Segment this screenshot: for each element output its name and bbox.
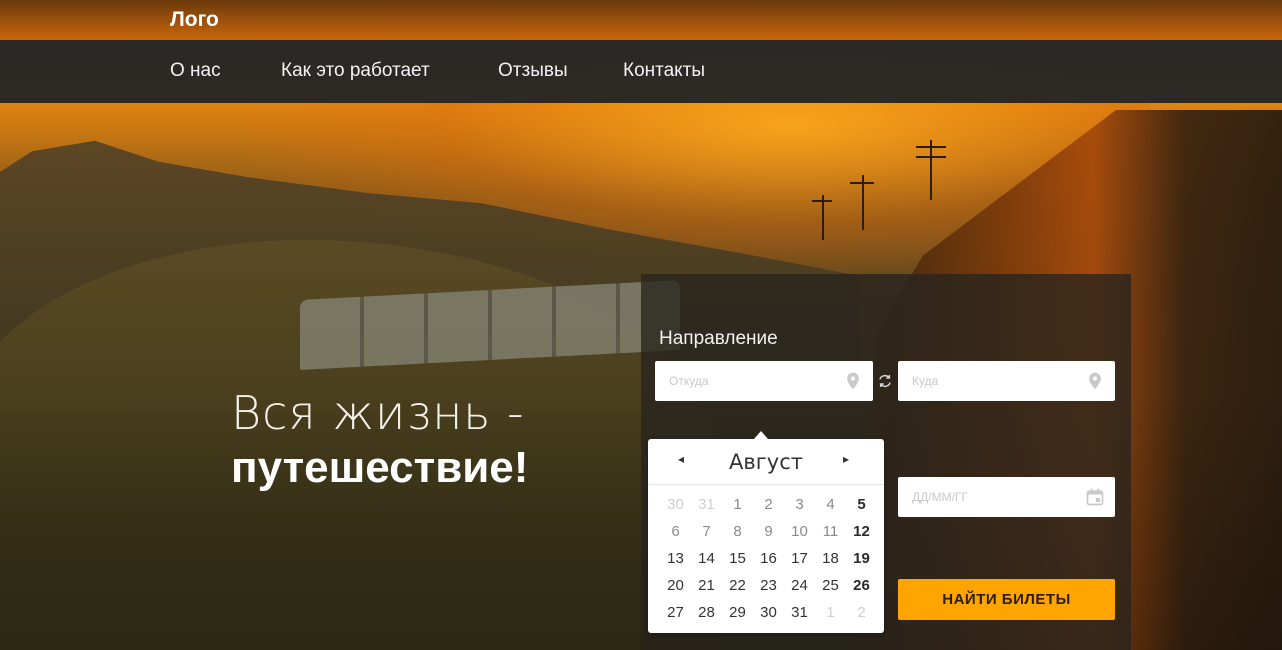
calendar-day[interactable]: 28 xyxy=(691,604,722,621)
main-nav: О нас Как это работает Отзывы Контакты xyxy=(0,40,1282,103)
calendar-day[interactable]: 26 xyxy=(846,577,877,594)
calendar-day[interactable]: 10 xyxy=(784,523,815,540)
calendar-day[interactable]: 16 xyxy=(753,550,784,567)
calendar-day[interactable]: 27 xyxy=(660,604,691,621)
date-picker-header: ◂ Август ▸ xyxy=(648,439,884,485)
calendar-day[interactable]: 12 xyxy=(846,523,877,540)
calendar-day[interactable]: 6 xyxy=(660,523,691,540)
calendar-day[interactable]: 15 xyxy=(722,550,753,567)
calendar-day[interactable]: 31 xyxy=(691,496,722,513)
date-picker: ◂ Август ▸ 30 31 1 2 3 4 5 6 7 8 9 10 11 12 13 14 15 16 17… xyxy=(648,431,884,633)
calendar-week-row: 6 7 8 9 10 11 12 xyxy=(660,518,880,545)
calendar-day[interactable]: 19 xyxy=(846,550,877,567)
nav-item-how-it-works[interactable]: Как это работает xyxy=(281,60,430,82)
map-pin-icon xyxy=(847,372,859,390)
calendar-day[interactable]: 13 xyxy=(660,550,691,567)
find-tickets-button[interactable]: НАЙТИ БИЛЕТЫ xyxy=(898,579,1115,620)
calendar-day[interactable]: 18 xyxy=(815,550,846,567)
date-input[interactable] xyxy=(898,477,1115,517)
calendar-day[interactable]: 14 xyxy=(691,550,722,567)
calendar-day[interactable]: 22 xyxy=(722,577,753,594)
calendar-week-row: 30 31 1 2 3 4 5 xyxy=(660,491,880,518)
calendar-day[interactable]: 20 xyxy=(660,577,691,594)
calendar-day[interactable]: 8 xyxy=(722,523,753,540)
calendar-week-row: 27 28 29 30 31 1 2 xyxy=(660,599,880,626)
calendar-day[interactable]: 30 xyxy=(660,496,691,513)
top-bar: Лого xyxy=(0,0,1282,40)
calendar-day[interactable]: 3 xyxy=(784,496,815,513)
logo[interactable]: Лого xyxy=(170,8,219,32)
to-input[interactable] xyxy=(898,361,1115,401)
nav-item-contacts[interactable]: Контакты xyxy=(623,60,705,82)
to-field xyxy=(898,361,1115,401)
calendar-day[interactable]: 23 xyxy=(753,577,784,594)
calendar-day[interactable]: 2 xyxy=(846,604,877,621)
calendar-day[interactable]: 29 xyxy=(722,604,753,621)
swap-icon[interactable] xyxy=(877,373,893,389)
hero-heading-line2: путешествие! xyxy=(231,443,529,492)
calendar-icon[interactable] xyxy=(1085,487,1105,507)
calendar-day[interactable]: 11 xyxy=(815,523,846,540)
calendar-day[interactable]: 24 xyxy=(784,577,815,594)
calendar-day[interactable]: 25 xyxy=(815,577,846,594)
calendar-week-row: 13 14 15 16 17 18 19 xyxy=(660,545,880,572)
calendar-day[interactable]: 1 xyxy=(722,496,753,513)
calendar-day[interactable]: 30 xyxy=(753,604,784,621)
calendar-week-row: 20 21 22 23 24 25 26 xyxy=(660,572,880,599)
from-input[interactable] xyxy=(655,361,873,401)
nav-item-reviews[interactable]: Отзывы xyxy=(498,60,568,82)
direction-title: Направление xyxy=(659,328,778,349)
calendar-day[interactable]: 7 xyxy=(691,523,722,540)
calendar-day[interactable]: 1 xyxy=(815,604,846,621)
calendar-day[interactable]: 5 xyxy=(846,496,877,513)
nav-item-about[interactable]: О нас xyxy=(170,60,221,82)
from-field xyxy=(655,361,873,401)
calendar-day[interactable]: 21 xyxy=(691,577,722,594)
calendar-day[interactable]: 2 xyxy=(753,496,784,513)
next-month-icon[interactable]: ▸ xyxy=(843,452,849,466)
map-pin-icon xyxy=(1089,372,1101,390)
calendar-day[interactable]: 17 xyxy=(784,550,815,567)
date-field xyxy=(898,477,1115,517)
calendar-day[interactable]: 9 xyxy=(753,523,784,540)
calendar-day[interactable]: 4 xyxy=(815,496,846,513)
calendar-day[interactable]: 31 xyxy=(784,604,815,621)
date-picker-grid: 30 31 1 2 3 4 5 6 7 8 9 10 11 12 13 14 15 16 17 18 19 20 21 22 2… xyxy=(660,491,880,626)
hero-heading-line1: Вся жизнь - xyxy=(231,386,525,440)
